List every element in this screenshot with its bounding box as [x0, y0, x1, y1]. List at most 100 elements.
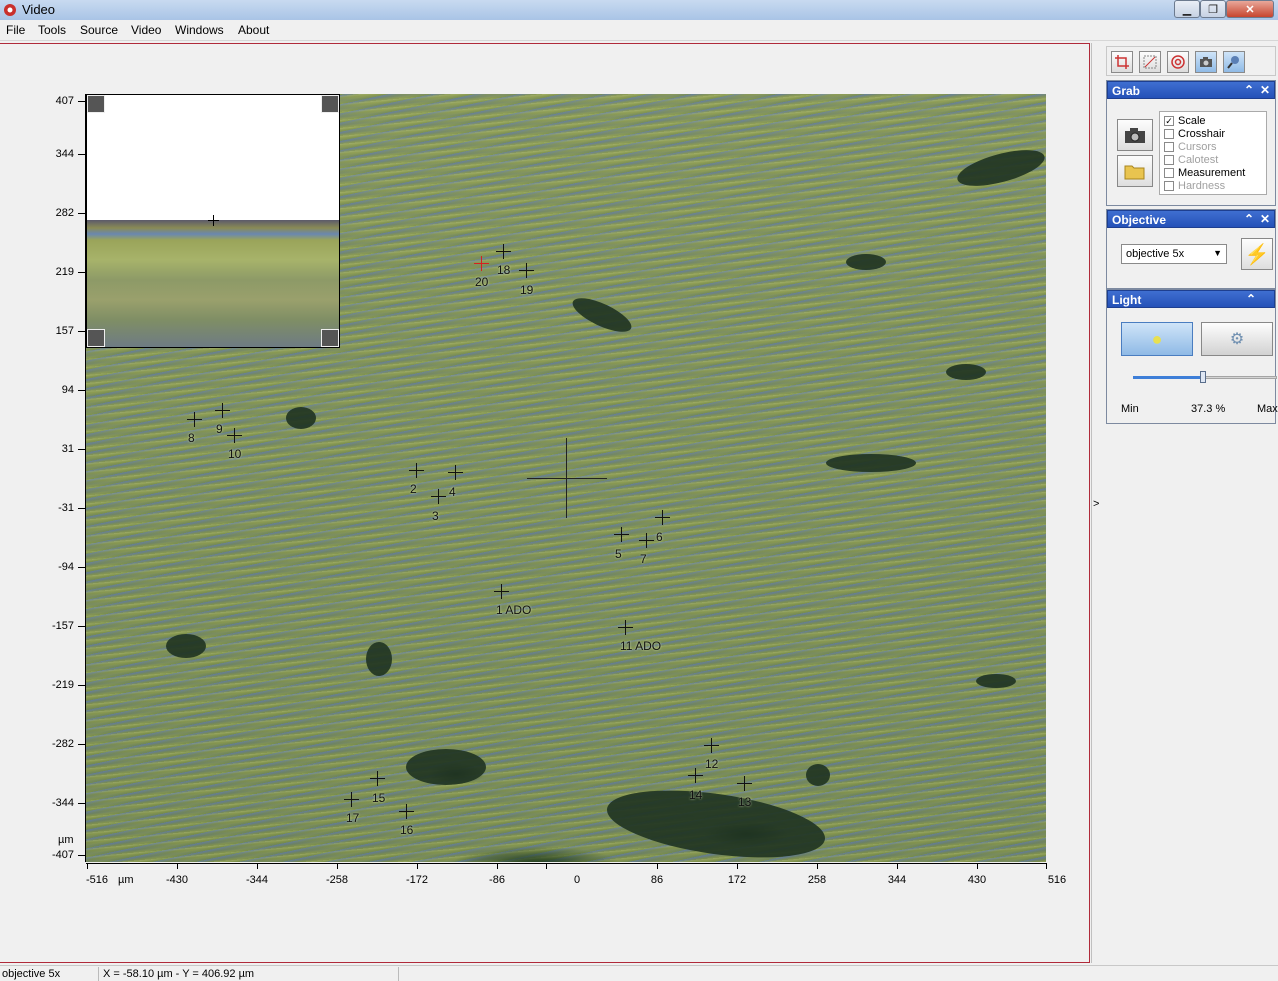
measurement-marker-label: 15 — [372, 791, 386, 805]
app-icon — [4, 4, 16, 16]
measurement-marker[interactable] — [187, 412, 202, 427]
light-settings-button[interactable]: ⚙ — [1201, 322, 1273, 356]
menu-about[interactable]: About — [238, 23, 269, 37]
splitter-arrow-icon[interactable]: > — [1093, 498, 1099, 510]
status-objective: objective 5x — [2, 968, 61, 980]
measurement-marker[interactable] — [704, 738, 719, 753]
objective-apply-button[interactable]: ⚡ — [1241, 238, 1273, 270]
measurement-marker[interactable] — [496, 244, 511, 259]
measurement-marker[interactable] — [227, 428, 242, 443]
resize-handle-bottom-right[interactable] — [321, 329, 339, 347]
measurement-marker[interactable] — [448, 465, 463, 480]
measurement-marker[interactable] — [474, 256, 489, 271]
menu-source[interactable]: Source — [80, 23, 118, 37]
measurement-marker-label: 8 — [188, 431, 195, 445]
grab-camera-button[interactable] — [1117, 119, 1153, 151]
snapshot-button[interactable] — [1195, 51, 1217, 73]
checkbox[interactable]: ✓ — [1164, 115, 1174, 126]
measurement-marker[interactable] — [737, 776, 752, 791]
light-value-label: 37.3 % — [1191, 403, 1226, 415]
y-tick-mark — [78, 685, 86, 686]
resize-handle-bottom-left[interactable] — [87, 329, 105, 347]
measurement-marker[interactable] — [618, 620, 633, 635]
measurement-marker-label: 16 — [400, 823, 414, 837]
measurement-marker-label: 17 — [346, 811, 360, 825]
measurement-marker[interactable] — [215, 403, 230, 418]
minimize-button[interactable]: ▁ — [1174, 0, 1200, 18]
measurement-marker[interactable] — [688, 768, 703, 783]
y-tick-mark — [78, 331, 86, 332]
y-tick-mark — [78, 101, 86, 102]
light-toggle-button[interactable]: ● — [1121, 322, 1193, 356]
close-icon[interactable]: ✕ — [1260, 212, 1270, 226]
x-tick-mark — [337, 863, 338, 869]
y-tick-label: -157 — [51, 620, 74, 632]
y-tick-mark — [78, 272, 86, 273]
y-tick-label: 157 — [55, 325, 74, 337]
measurement-marker[interactable] — [431, 489, 446, 504]
grab-option-scale[interactable]: ✓ Scale — [1164, 114, 1262, 127]
collapse-icon[interactable]: ⌃ — [1244, 83, 1254, 97]
zoom-inset[interactable] — [86, 94, 340, 348]
grab-option-label: Cursors — [1178, 140, 1217, 153]
select-button[interactable] — [1139, 51, 1161, 73]
resize-handle-top-right[interactable] — [321, 95, 339, 113]
measurement-marker[interactable] — [370, 771, 385, 786]
crop-button[interactable] — [1111, 51, 1133, 73]
y-tick-mark — [78, 390, 86, 391]
checkbox[interactable] — [1164, 128, 1174, 139]
measurement-marker-label: 14 — [689, 788, 703, 802]
menu-tools[interactable]: Tools — [38, 23, 66, 37]
light-panel: Light ⌃ ● ⚙ Min 37.3 % Max — [1106, 289, 1278, 424]
y-tick-label: 282 — [55, 207, 74, 219]
measurement-marker[interactable] — [519, 263, 534, 278]
y-tick-label: -344 — [51, 797, 74, 809]
probe-button[interactable] — [1223, 51, 1245, 73]
measurement-marker-label: 11 ADO — [620, 639, 662, 653]
measurement-marker[interactable] — [409, 463, 424, 478]
y-tick-mark — [78, 855, 86, 856]
measurement-marker-label: 3 — [432, 509, 439, 523]
y-tick-mark — [78, 154, 86, 155]
target-icon — [1171, 55, 1185, 69]
x-tick-label: -430 — [165, 874, 189, 886]
x-tick-mark — [546, 863, 547, 869]
dark-region — [568, 291, 636, 339]
dark-region — [806, 764, 830, 786]
close-button[interactable]: ✕ — [1226, 0, 1274, 18]
menu-file[interactable]: File — [6, 23, 25, 37]
y-tick-label: -94 — [58, 561, 74, 573]
resize-handle-top-left[interactable] — [87, 95, 105, 113]
measurement-marker[interactable] — [344, 792, 359, 807]
dark-region — [976, 674, 1016, 688]
status-coordinates: X = -58.10 µm - Y = 406.92 µm — [103, 968, 255, 980]
grab-open-folder-button[interactable] — [1117, 155, 1153, 187]
light-slider-thumb[interactable] — [1200, 371, 1206, 383]
target-button[interactable] — [1167, 51, 1189, 73]
grab-option-label: Measurement — [1178, 166, 1246, 179]
measurement-marker[interactable] — [399, 804, 414, 819]
zoom-crosshair — [208, 215, 219, 226]
objective-select[interactable]: objective 5x ▼ — [1121, 244, 1227, 264]
measurement-marker[interactable] — [614, 527, 629, 542]
grab-option-crosshair[interactable]: Crosshair — [1164, 127, 1262, 140]
measurement-marker[interactable] — [639, 533, 654, 548]
camera-icon — [1200, 57, 1212, 67]
dark-region — [602, 778, 830, 862]
maximize-button[interactable]: ❐ — [1200, 0, 1226, 18]
dark-region — [826, 454, 916, 472]
checkbox — [1164, 180, 1174, 191]
probe-icon — [1227, 56, 1239, 69]
y-tick-label: -219 — [51, 679, 74, 691]
collapse-icon[interactable]: ⌃ — [1244, 212, 1254, 226]
collapse-icon[interactable]: ⌃ — [1246, 292, 1256, 306]
menu-video[interactable]: Video — [131, 23, 161, 37]
close-icon[interactable]: ✕ — [1260, 83, 1270, 97]
grab-option-measurement[interactable]: Measurement — [1164, 166, 1262, 179]
grab-option-label: Crosshair — [1178, 127, 1226, 140]
x-tick-label: 516 — [1047, 874, 1067, 886]
measurement-marker[interactable] — [655, 510, 670, 525]
measurement-marker[interactable] — [494, 584, 509, 599]
checkbox[interactable] — [1164, 167, 1174, 178]
menu-windows[interactable]: Windows — [175, 23, 224, 37]
